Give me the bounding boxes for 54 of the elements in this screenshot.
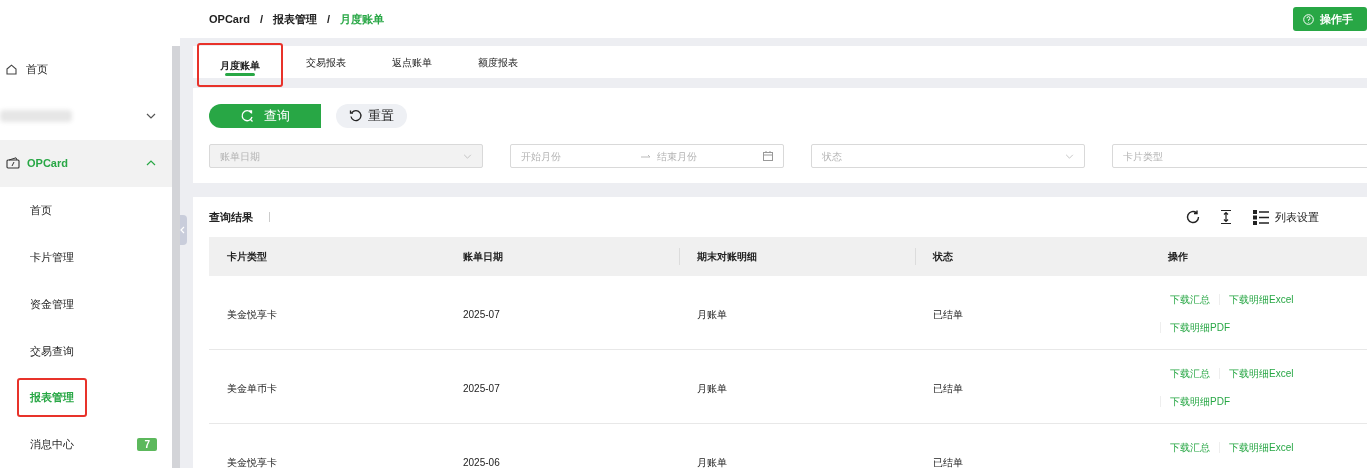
sidebar-item[interactable]: 首页 [0,46,172,93]
column-header: 期末对账明细 [697,250,757,264]
home-icon [6,63,17,75]
sidebar-item[interactable]: 首页 [17,190,65,230]
results-title: 查询结果 [209,209,253,225]
table-cell: 美金悦享卡 [227,456,277,468]
collapse-handle[interactable] [180,215,187,245]
card-icon [6,157,20,170]
arrow-right-icon [641,153,651,159]
chevron-down-icon [1065,153,1074,159]
table-cell: 月账单 [697,456,727,468]
calendar-icon [763,151,773,161]
count-badge: 7 [137,438,157,452]
table-cell: 已结单 [933,456,963,468]
table-cell: 美金单币卡 [227,382,277,394]
tab[interactable]: 交易报表 [283,46,369,78]
sidebar-item[interactable]: 卡片管理 [17,237,87,277]
table-cell: 已结单 [933,308,963,320]
help-icon [1303,13,1314,25]
tab[interactable]: 月度账单 [197,43,283,87]
table-cell: 美金悦享卡 [227,308,277,320]
reset-button[interactable]: 重置 [336,104,407,128]
breadcrumb-item[interactable]: OPCard [209,10,250,28]
table-cell: 2025-07 [463,382,500,394]
table-cell: 已结单 [933,382,963,394]
table-cell: 2025-07 [463,308,500,320]
breadcrumb-item: 月度账单 [340,11,385,27]
tab[interactable]: 返点账单 [369,46,455,78]
search-refresh-icon [240,109,254,123]
chevron-up-icon[interactable] [146,160,156,167]
table-cell: 月账单 [697,382,727,394]
column-header: 卡片类型 [227,250,267,264]
sidebar-item[interactable]: 交易查询 [17,331,87,371]
chevron-left-icon [180,226,185,234]
row-height-icon[interactable] [1219,209,1233,225]
blurred-label [0,110,72,123]
chevron-down-icon [463,153,472,159]
text-field[interactable]: 卡片类型 [1112,144,1367,168]
refresh-icon[interactable] [1185,209,1201,225]
breadcrumb-separator: / [327,11,331,27]
tab[interactable]: 额度报表 [455,46,541,78]
list-settings-link[interactable]: 列表设置 [1275,208,1319,226]
column-header: 状态 [933,250,953,264]
table-cell: 月账单 [697,308,727,320]
sidebar-item[interactable]: 资金管理 [17,284,87,324]
reset-icon [349,109,363,123]
chevron-down-icon[interactable] [146,113,156,120]
list-icon[interactable] [1253,209,1269,225]
column-header: 账单日期 [463,250,503,264]
breadcrumb-item[interactable]: 报表管理 [273,10,318,28]
sidebar-item[interactable]: 消息中心 [17,425,87,464]
table-cell: 2025-06 [463,456,500,468]
breadcrumb-separator: / [259,11,264,27]
column-header: 操作 [1168,250,1188,264]
